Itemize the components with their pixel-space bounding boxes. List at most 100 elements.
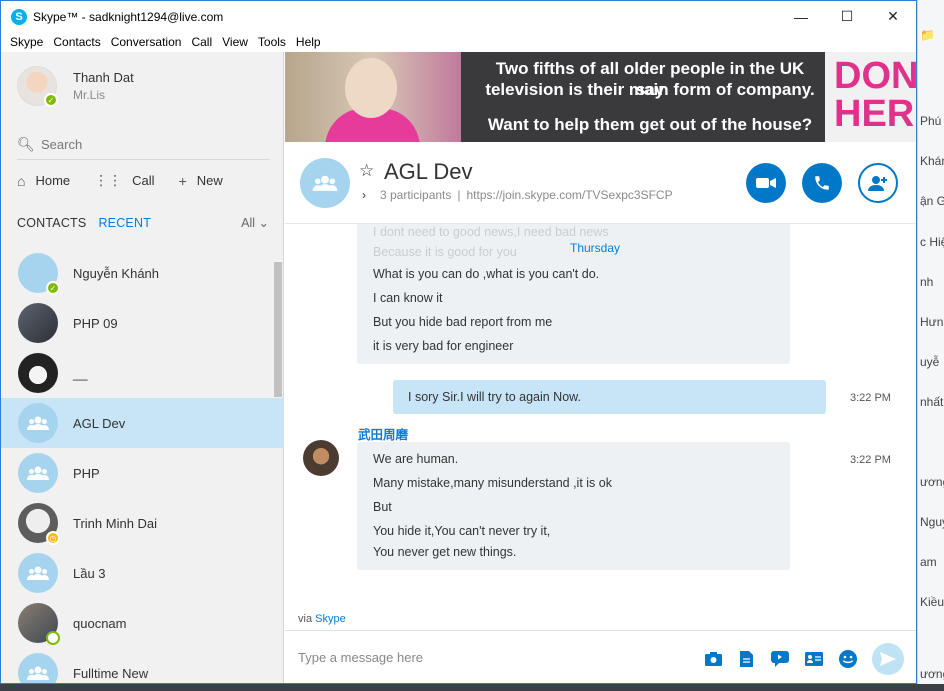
audio-call-button[interactable] [802, 163, 842, 203]
menu-tools[interactable]: Tools [253, 35, 291, 49]
list-item[interactable]: ◷ Trinh Minh Dai [1, 498, 284, 548]
new-label: New [196, 173, 223, 188]
message-text: Many mistake,many misunderstand ,it is o… [373, 476, 612, 490]
conversation-header: ☆ AGL Dev › 3 participants | https://joi… [285, 142, 916, 224]
new-button[interactable]: + New [179, 173, 223, 189]
menu-skype[interactable]: Skype [5, 35, 48, 49]
message-text: You hide it,You can't never try it, [373, 524, 551, 538]
send-icon [880, 652, 896, 666]
menu-contacts[interactable]: Contacts [48, 35, 105, 49]
chevron-down-icon: ⌄ [258, 216, 269, 230]
bg-text: ương [920, 475, 944, 489]
participants-count[interactable]: 3 participants [380, 188, 451, 202]
message-list: I dont need to good news,I need bad news… [285, 224, 916, 624]
menu-bar: Skype Contacts Conversation Call View To… [1, 32, 916, 52]
send-file-button[interactable] [736, 649, 756, 669]
ad-line: Want to help them get out of the house? [487, 115, 813, 134]
call-button[interactable]: ⋮⋮ Call [94, 172, 154, 189]
online-status-icon: ✓ [46, 281, 60, 295]
avatar: ✓ [17, 66, 58, 107]
menu-view[interactable]: View [217, 35, 253, 49]
dialpad-icon: ⋮⋮ [94, 172, 123, 188]
join-link[interactable]: https://join.skype.com/TVSexpc3SFCP [467, 188, 673, 202]
ad-donate[interactable]: DONA HERE [825, 52, 916, 142]
message-composer: Type a message here [285, 630, 916, 683]
bg-text: ận G [920, 194, 944, 208]
message-timestamp: 3:22 PM [850, 454, 891, 466]
send-contact-button[interactable] [804, 649, 824, 669]
minimize-button[interactable]: — [778, 1, 824, 32]
tab-contacts[interactable]: CONTACTS [17, 216, 86, 230]
avatar [18, 353, 58, 393]
message-input[interactable]: Type a message here [298, 650, 423, 665]
filter-dropdown[interactable]: All ⌄ [241, 215, 269, 230]
skype-window: S Skype™ - sadknight1294@live.com — ☐ ✕ … [0, 0, 917, 684]
send-button[interactable] [872, 643, 904, 675]
search-box[interactable]: 🔍︎ Search [17, 130, 269, 160]
contact-name: Lầu 3 [73, 565, 106, 581]
menu-help[interactable]: Help [291, 35, 326, 49]
via-label: via Skype [298, 613, 346, 625]
message-text: We are human. [373, 452, 459, 466]
bg-text: ương [920, 667, 944, 681]
list-item[interactable]: ✓ Nguyễn Khánh [1, 248, 284, 298]
day-separator: Thursday [570, 241, 621, 255]
recent-list: ✓ Nguyễn Khánh PHP 09 __ AGL Dev PHP ◷ T… [1, 248, 284, 683]
scrollbar-thumb[interactable] [274, 262, 282, 397]
online-status-icon: ✓ [44, 93, 58, 107]
favorite-star-icon[interactable]: ☆ [359, 161, 374, 181]
online-status-icon [46, 631, 60, 645]
tab-recent[interactable]: RECENT [98, 216, 151, 230]
list-item[interactable]: PHP [1, 448, 284, 498]
list-item[interactable]: __ [1, 348, 284, 398]
avatar: ◷ [18, 503, 60, 545]
group-icon [27, 566, 49, 580]
avatar[interactable] [303, 440, 339, 476]
call-label: Call [132, 173, 155, 188]
ad-image [285, 52, 461, 142]
list-item[interactable]: PHP 09 [1, 298, 284, 348]
video-message-button[interactable] [770, 649, 790, 669]
list-item[interactable]: quocnam [1, 598, 284, 648]
message-text: I can know it [373, 291, 443, 305]
via-link[interactable]: Skype [315, 613, 346, 625]
search-icon: 🔍︎ [17, 136, 35, 152]
home-label: Home [35, 173, 71, 188]
maximize-button[interactable]: ☐ [824, 1, 870, 32]
menu-call[interactable]: Call [186, 35, 217, 49]
emoticon-button[interactable] [838, 649, 858, 669]
conversation-pane: Two fifths of all older people in the UK… [285, 52, 916, 683]
video-call-button[interactable] [746, 163, 786, 203]
avatar [18, 603, 60, 645]
sender-name[interactable]: 武田周磨 [358, 424, 408, 443]
ad-banner[interactable]: Two fifths of all older people in the UK… [285, 52, 916, 142]
close-button[interactable]: ✕ [870, 1, 916, 32]
ad-image-face [345, 58, 397, 118]
send-photo-button[interactable] [703, 649, 723, 669]
group-avatar [18, 403, 58, 443]
search-input[interactable]: Search [41, 137, 82, 152]
message-timestamp: 3:22 PM [850, 392, 891, 404]
profile-name: Thanh Dat [73, 70, 134, 85]
smiley-icon [839, 650, 857, 668]
profile[interactable]: ✓ Thanh Dat Mr.Lis [17, 66, 134, 107]
bg-text: Hưn [920, 315, 944, 329]
group-icon [27, 466, 49, 480]
left-pane: ✓ Thanh Dat Mr.Lis 🔍︎ Search ⌂ Home ⋮⋮ C… [1, 52, 284, 683]
chevron-right-icon[interactable]: › [362, 188, 366, 202]
message-text: But you hide bad report from me [373, 315, 553, 329]
list-item[interactable]: Lầu 3 [1, 548, 284, 598]
plus-icon: + [178, 172, 187, 189]
list-item[interactable]: Fulltime New [1, 648, 284, 683]
contact-name: __ [73, 365, 88, 381]
avatar [18, 303, 58, 343]
filter-label: All [241, 216, 256, 230]
message-text-faded: I dont need to good news,I need bad news [373, 225, 609, 239]
profile-text: Thanh Dat Mr.Lis [73, 70, 134, 102]
list-item[interactable]: AGL Dev [1, 398, 284, 448]
home-button[interactable]: ⌂ Home [17, 173, 70, 189]
bg-icon: 📁 [920, 28, 935, 42]
contact-name: Trinh Minh Dai [73, 515, 158, 531]
menu-conversation[interactable]: Conversation [106, 35, 187, 49]
add-participant-button[interactable] [858, 163, 898, 203]
